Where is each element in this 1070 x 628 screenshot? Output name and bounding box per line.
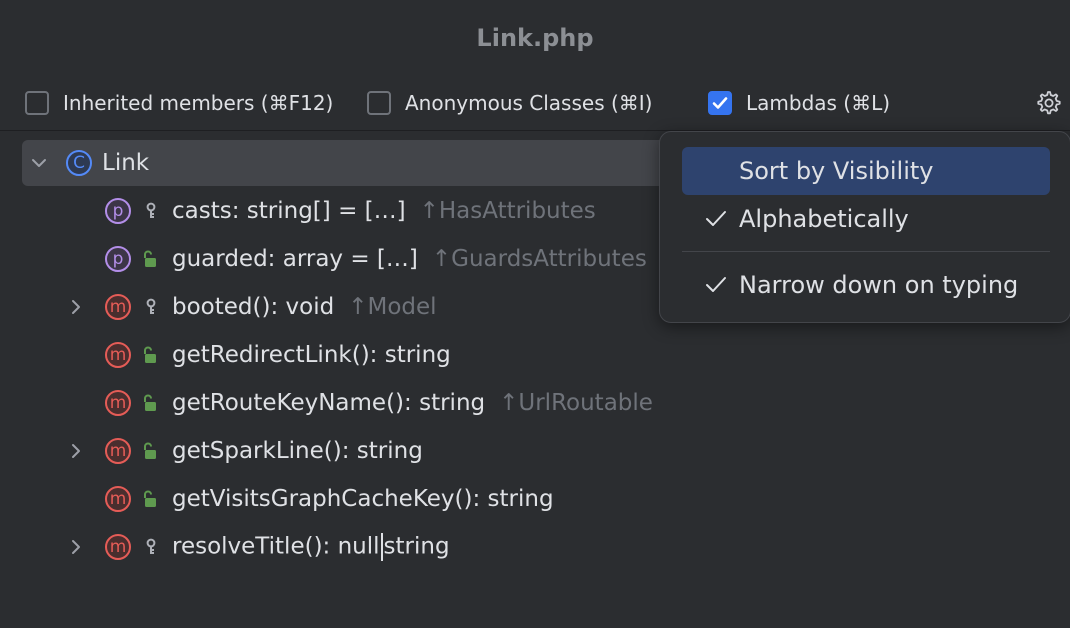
sort-options-popup: Sort by Visibility Alphabetically Narrow… [659, 131, 1070, 323]
unlocked-icon [144, 346, 156, 363]
chevron-right-icon[interactable] [66, 297, 86, 317]
method-icon: m [105, 294, 131, 320]
member-name: getSparkLine(): string [172, 438, 423, 464]
chevron-right-icon[interactable] [66, 441, 86, 461]
key-icon [146, 538, 156, 554]
member-name-rest: string [383, 533, 450, 560]
member-name: casts: string[] = […] [172, 198, 406, 224]
member-name: guarded: array = […] [172, 246, 418, 272]
method-icon: m [105, 534, 131, 560]
member-origin: ↑HasAttributes [419, 198, 596, 224]
checkmark-icon [704, 207, 728, 231]
method-icon: m [105, 390, 131, 416]
key-icon [146, 202, 156, 218]
member-origin: ↑GuardsAttributes [431, 246, 647, 272]
menu-item-label: Narrow down on typing [739, 271, 1019, 299]
checkbox-label: Lambdas (⌘L) [746, 91, 891, 115]
method-icon: m [105, 438, 131, 464]
checkbox-box[interactable] [708, 91, 732, 115]
checkbox-label: Anonymous Classes (⌘I) [405, 91, 653, 115]
member-name: resolveTitle(): null [172, 533, 380, 560]
gear-icon [1037, 91, 1061, 115]
menu-item-label: Alphabetically [739, 205, 909, 233]
method-icon: m [105, 486, 131, 512]
lambdas-checkbox[interactable]: Lambdas (⌘L) [708, 88, 890, 118]
member-name: booted(): void [172, 294, 335, 320]
anonymous-classes-checkbox[interactable]: Anonymous Classes (⌘I) [367, 88, 652, 118]
checkmark-icon [704, 273, 728, 297]
member-name: getRouteKeyName(): string [172, 390, 486, 416]
tree-row[interactable]: m getRedirectLink(): string [0, 332, 1070, 378]
property-icon: p [105, 198, 131, 224]
settings-gear-button[interactable] [1032, 87, 1064, 119]
tree-row[interactable]: m getSparkLine(): string [0, 428, 1070, 474]
key-icon [146, 298, 156, 314]
member-name: getRedirectLink(): string [172, 342, 451, 368]
menu-item-narrow-down-on-typing[interactable]: Narrow down on typing [682, 261, 1050, 309]
tree-row[interactable]: m getVisitsGraphCacheKey(): string [0, 476, 1070, 522]
tree-row[interactable]: m getRouteKeyName(): string ↑UrlRoutable [0, 380, 1070, 426]
window-title: Link.php [476, 24, 594, 52]
chevron-right-icon[interactable] [66, 537, 86, 557]
member-origin: ↑Model [348, 294, 437, 320]
menu-separator [682, 251, 1050, 252]
menu-item-sort-by-visibility[interactable]: Sort by Visibility [682, 147, 1050, 195]
checkbox-box[interactable] [25, 91, 49, 115]
checkmark-icon [712, 97, 728, 109]
menu-item-alphabetically[interactable]: Alphabetically [682, 195, 1050, 243]
checkbox-box[interactable] [367, 91, 391, 115]
class-name: Link [102, 150, 150, 176]
tree-row[interactable]: m resolveTitle(): null string [0, 524, 1070, 570]
checkbox-label: Inherited members (⌘F12) [63, 91, 334, 115]
method-icon: m [105, 342, 131, 368]
member-origin: ↑UrlRoutable [499, 390, 653, 416]
unlocked-icon [144, 250, 156, 267]
unlocked-icon [144, 442, 156, 459]
inherited-members-checkbox[interactable]: Inherited members (⌘F12) [25, 88, 333, 118]
member-name: getVisitsGraphCacheKey(): string [172, 486, 554, 512]
text-caret [380, 533, 383, 561]
menu-item-label: Sort by Visibility [739, 157, 934, 185]
unlocked-icon [144, 394, 156, 411]
property-icon: p [105, 246, 131, 272]
filter-toolbar: Inherited members (⌘F12) Anonymous Class… [0, 76, 1070, 131]
class-icon: C [66, 150, 92, 176]
chevron-down-icon[interactable] [29, 153, 49, 173]
unlocked-icon [144, 490, 156, 507]
